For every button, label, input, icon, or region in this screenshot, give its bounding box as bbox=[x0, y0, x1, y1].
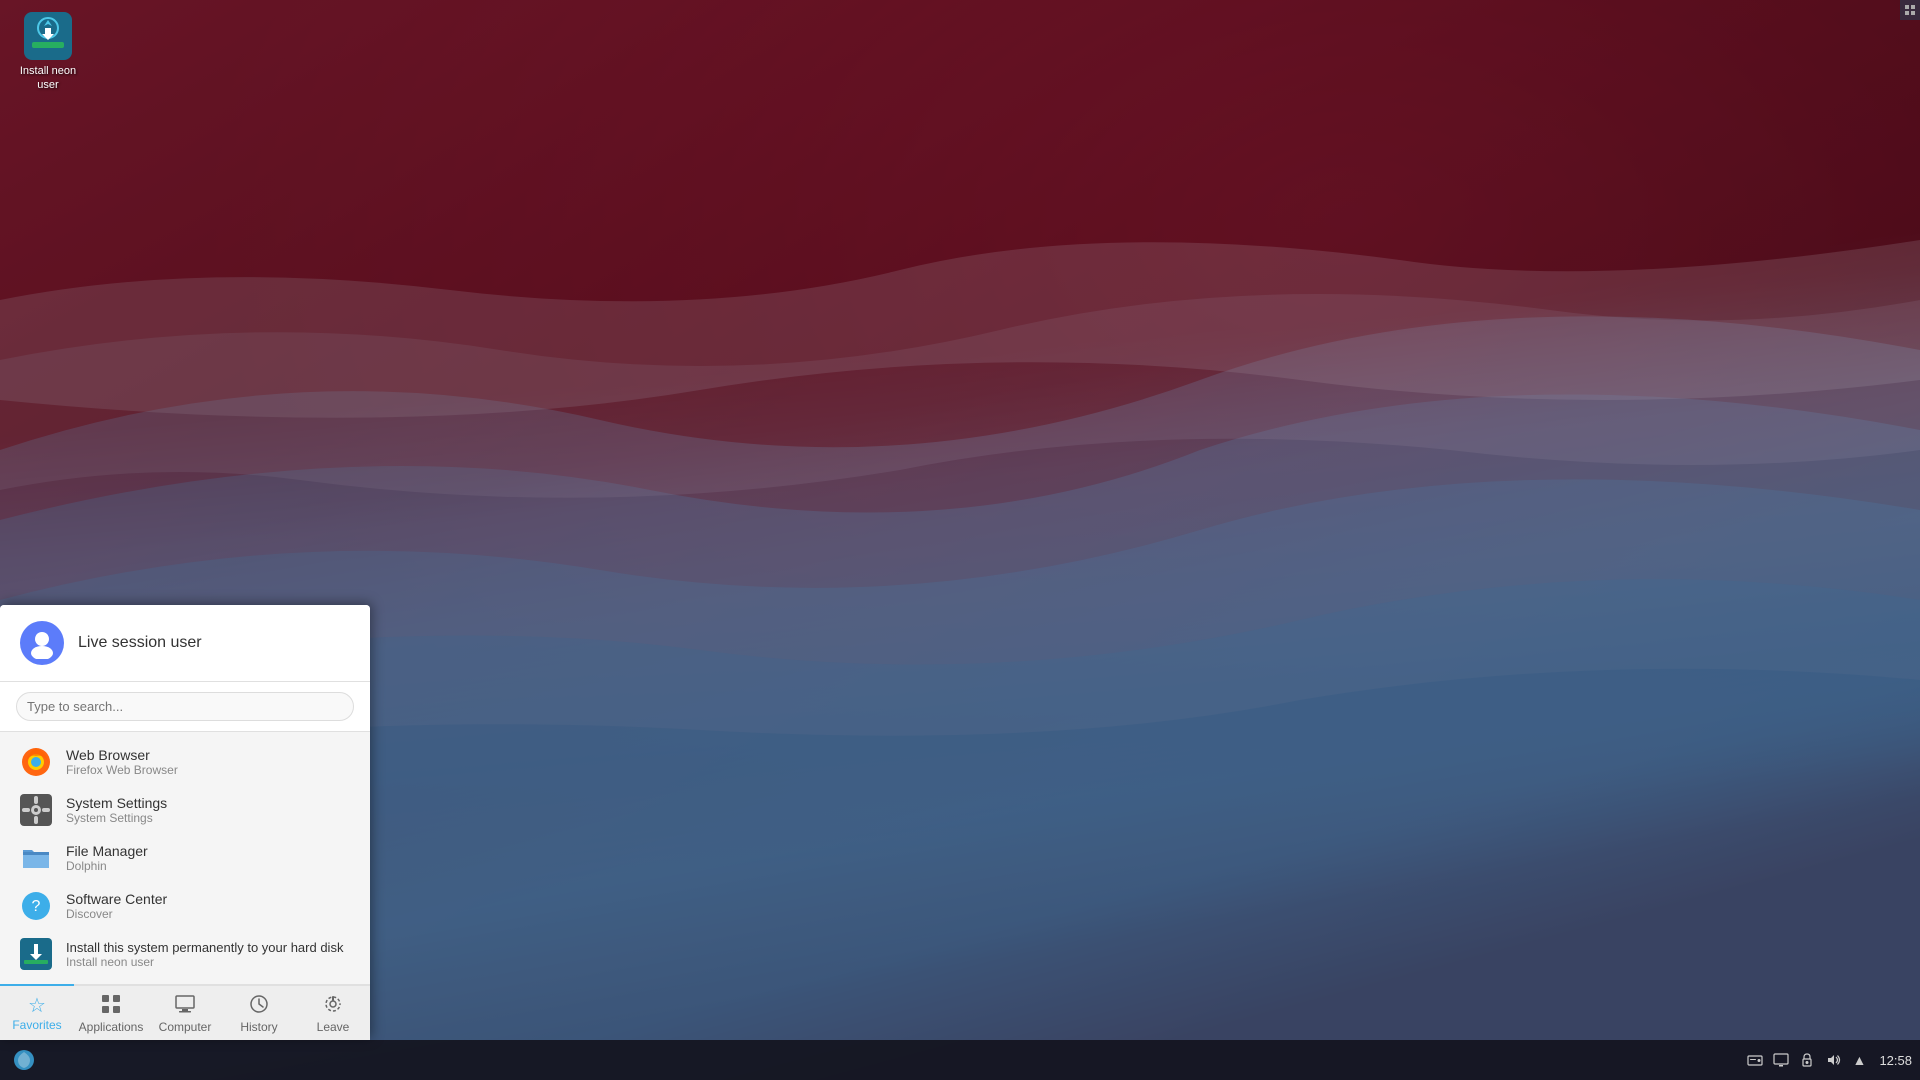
tab-leave[interactable]: Leave bbox=[296, 984, 370, 1040]
computer-icon bbox=[175, 994, 195, 1018]
software-center-title: Software Center bbox=[66, 891, 167, 907]
web-browser-title: Web Browser bbox=[66, 747, 178, 763]
favorites-icon: ☆ bbox=[28, 996, 46, 1016]
file-manager-icon bbox=[20, 842, 52, 874]
system-clock: 12:58 bbox=[1879, 1053, 1912, 1068]
system-settings-subtitle: System Settings bbox=[66, 811, 167, 825]
tray-icon-chevron-up[interactable]: ▲ bbox=[1849, 1050, 1869, 1070]
app-menu: Live session user Web Browser Firefox We… bbox=[0, 605, 370, 1040]
tab-history[interactable]: History bbox=[222, 984, 296, 1040]
system-settings-title: System Settings bbox=[66, 795, 167, 811]
tab-applications[interactable]: Applications bbox=[74, 984, 148, 1040]
taskbar-right: ▲ 12:58 bbox=[1745, 1050, 1912, 1070]
tab-favorites-label: Favorites bbox=[12, 1018, 61, 1032]
applications-icon bbox=[101, 994, 121, 1018]
corner-button[interactable] bbox=[1900, 0, 1920, 20]
tab-computer-label: Computer bbox=[159, 1020, 212, 1034]
install-neon-subtitle: Install neon user bbox=[66, 955, 343, 969]
menu-header: Live session user bbox=[0, 605, 370, 682]
software-center-icon: ? bbox=[20, 890, 52, 922]
tab-history-label: History bbox=[240, 1020, 277, 1034]
svg-text:?: ? bbox=[32, 898, 41, 915]
firefox-icon bbox=[20, 746, 52, 778]
menu-items-list: Web Browser Firefox Web Browser System S… bbox=[0, 732, 370, 984]
file-manager-text: File Manager Dolphin bbox=[66, 843, 148, 873]
tab-leave-label: Leave bbox=[317, 1020, 350, 1034]
desktop-icon-label: Install neon user bbox=[12, 64, 84, 93]
menu-tabs: ☆ Favorites Applications bbox=[0, 984, 370, 1040]
menu-search-container bbox=[0, 682, 370, 732]
software-center-subtitle: Discover bbox=[66, 907, 167, 921]
tray-icon-lock[interactable] bbox=[1797, 1050, 1817, 1070]
menu-item-software-center[interactable]: ? Software Center Discover bbox=[0, 882, 370, 930]
menu-item-install-neon[interactable]: Install this system permanently to your … bbox=[0, 930, 370, 978]
user-name: Live session user bbox=[78, 634, 202, 652]
install-neon-title: Install this system permanently to your … bbox=[66, 940, 343, 955]
tray-icon-volume[interactable] bbox=[1823, 1050, 1843, 1070]
web-browser-text: Web Browser Firefox Web Browser bbox=[66, 747, 178, 777]
tab-computer[interactable]: Computer bbox=[148, 984, 222, 1040]
file-manager-title: File Manager bbox=[66, 843, 148, 859]
menu-item-web-browser[interactable]: Web Browser Firefox Web Browser bbox=[0, 738, 370, 786]
install-neon-icon bbox=[24, 12, 72, 60]
history-icon bbox=[249, 994, 269, 1018]
leave-icon bbox=[323, 994, 343, 1018]
file-manager-subtitle: Dolphin bbox=[66, 859, 148, 873]
web-browser-subtitle: Firefox Web Browser bbox=[66, 763, 178, 777]
system-settings-icon bbox=[20, 794, 52, 826]
tray-icon-storage[interactable] bbox=[1745, 1050, 1765, 1070]
tab-favorites[interactable]: ☆ Favorites bbox=[0, 984, 74, 1040]
install-neon-menu-icon bbox=[20, 938, 52, 970]
menu-item-system-settings[interactable]: System Settings System Settings bbox=[0, 786, 370, 834]
user-avatar bbox=[20, 621, 64, 665]
taskbar-left bbox=[8, 1044, 1745, 1076]
search-input[interactable] bbox=[16, 692, 354, 721]
tab-applications-label: Applications bbox=[79, 1020, 144, 1034]
menu-item-file-manager[interactable]: File Manager Dolphin bbox=[0, 834, 370, 882]
tray-icon-network[interactable] bbox=[1771, 1050, 1791, 1070]
system-settings-text: System Settings System Settings bbox=[66, 795, 167, 825]
software-center-text: Software Center Discover bbox=[66, 891, 167, 921]
taskbar: ▲ 12:58 bbox=[0, 1040, 1920, 1080]
desktop-icon-install-neon[interactable]: Install neon user bbox=[8, 8, 88, 97]
taskbar-logo[interactable] bbox=[8, 1044, 40, 1076]
install-neon-text: Install this system permanently to your … bbox=[66, 940, 343, 969]
